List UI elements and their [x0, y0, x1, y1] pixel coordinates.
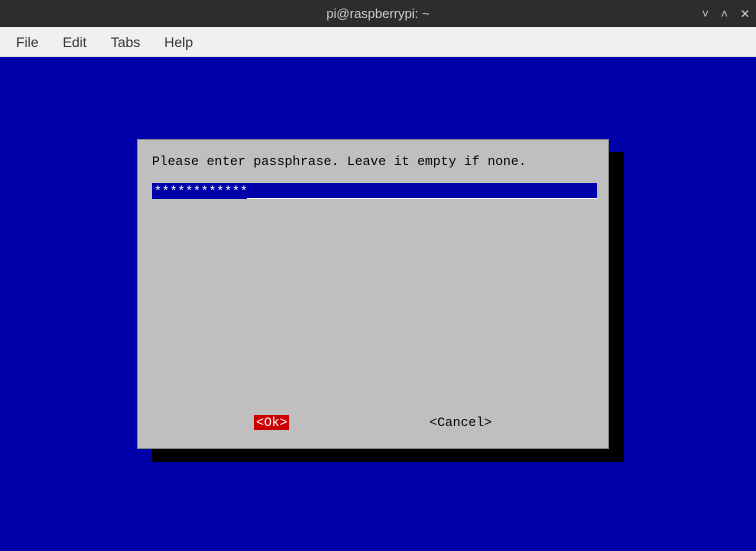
dialog-buttons: <Ok> <Cancel> [138, 415, 608, 430]
maximize-icon[interactable]: ˄ [721, 7, 728, 21]
terminal-area: Please enter passphrase. Leave it empty … [0, 57, 756, 551]
passphrase-masked-value: ************ [152, 184, 248, 199]
menu-help[interactable]: Help [154, 30, 203, 54]
menubar: File Edit Tabs Help [0, 27, 756, 57]
window-titlebar: pi@raspberrypi: ~ ˅ ˄ ✕ [0, 0, 756, 27]
ok-button[interactable]: <Ok> [254, 415, 289, 430]
dialog-prompt: Please enter passphrase. Leave it empty … [152, 154, 594, 169]
window-title: pi@raspberrypi: ~ [326, 6, 429, 21]
passphrase-dialog: Please enter passphrase. Leave it empty … [137, 139, 609, 449]
menu-edit[interactable]: Edit [53, 30, 97, 54]
input-underline [247, 198, 597, 199]
minimize-icon[interactable]: ˅ [702, 7, 709, 21]
passphrase-input[interactable]: ************ [152, 183, 597, 199]
menu-tabs[interactable]: Tabs [101, 30, 151, 54]
window-controls: ˅ ˄ ✕ [702, 7, 750, 21]
cancel-button[interactable]: <Cancel> [429, 415, 491, 430]
close-icon[interactable]: ✕ [740, 7, 750, 21]
menu-file[interactable]: File [6, 30, 49, 54]
